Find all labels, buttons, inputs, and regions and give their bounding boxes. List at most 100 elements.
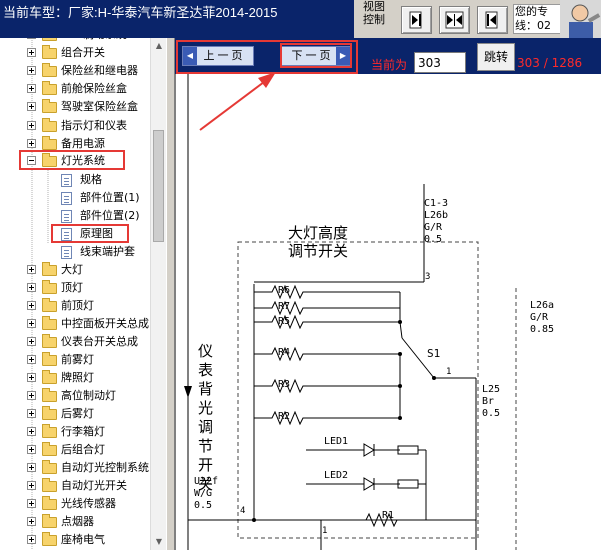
tree-folder-item[interactable]: 座椅电气 xyxy=(0,531,150,549)
folder-icon xyxy=(42,45,57,59)
tree-item-label: 顶灯 xyxy=(61,281,83,294)
tree-item-label: 点烟器 xyxy=(61,515,94,528)
pin-label-1: 1 xyxy=(446,367,452,377)
folder-icon xyxy=(42,334,57,348)
tree-item-label: 光线传感器 xyxy=(61,497,116,510)
expand-icon[interactable] xyxy=(27,121,36,130)
expand-icon[interactable] xyxy=(27,463,36,472)
folder-icon xyxy=(42,136,57,150)
scroll-down-arrow-icon[interactable]: ▼ xyxy=(151,534,167,550)
expand-icon[interactable] xyxy=(27,445,36,454)
tree-folder-item[interactable]: 后雾灯 xyxy=(0,405,150,423)
led2-label: LED2 xyxy=(324,470,349,481)
tree-doc-item[interactable]: 部件位置(2) xyxy=(0,207,150,225)
expand-icon[interactable] xyxy=(27,66,36,75)
tree-folder-item[interactable]: 保险丝和继电器 xyxy=(0,62,150,80)
wire-left-gauge: 0.5 xyxy=(194,500,213,511)
folder-icon xyxy=(42,99,57,113)
tree-folder-item[interactable]: 行李箱灯 xyxy=(0,423,150,441)
led1-label: LED1 xyxy=(324,436,349,447)
tree-folder-item[interactable]: 前雾灯 xyxy=(0,351,150,369)
diagram-title-line2: 调节开关 xyxy=(288,242,349,260)
page-number-input[interactable] xyxy=(414,52,466,73)
pin-label-4: 4 xyxy=(240,506,246,516)
expand-icon[interactable] xyxy=(27,535,36,544)
expand-icon[interactable] xyxy=(27,355,36,364)
wire-left-color: W/G xyxy=(194,488,213,499)
wire-top-color: G/R xyxy=(424,222,443,233)
tree-folder-item[interactable]: 前舱保险丝盒 xyxy=(0,80,150,98)
wire-left-id: U22f xyxy=(194,476,219,487)
wire-right-gauge: 0.85 xyxy=(530,324,555,335)
tree-folder-item[interactable]: 牌照灯 xyxy=(0,369,150,387)
expand-icon[interactable] xyxy=(27,84,36,93)
tree-folder-item[interactable]: 顶灯 xyxy=(0,279,150,297)
folder-icon xyxy=(42,478,57,492)
expand-icon[interactable] xyxy=(27,427,36,436)
tree-folder-item[interactable]: 组合开关 xyxy=(0,44,150,62)
tree-item-label: 中控面板开关总成 xyxy=(61,317,149,330)
expand-icon[interactable] xyxy=(27,102,36,111)
expand-icon[interactable] xyxy=(27,38,36,39)
expand-icon[interactable] xyxy=(27,301,36,310)
tree-folder-item[interactable]: 自动灯光控制系统 xyxy=(0,459,150,477)
tree-item-label: 座椅电气 xyxy=(61,533,105,546)
folder-icon xyxy=(42,63,57,77)
jump-button[interactable]: 跳转 xyxy=(477,43,515,71)
collapse-right-button[interactable] xyxy=(477,6,508,34)
tree-doc-item[interactable]: 线束端护套 xyxy=(0,243,150,261)
tree-doc-item[interactable]: 规格 xyxy=(0,171,150,189)
scroll-up-arrow-icon[interactable]: ▲ xyxy=(151,38,167,54)
tree-scroll-thumb[interactable] xyxy=(153,130,164,242)
folder-icon xyxy=(42,442,57,456)
tree-doc-item[interactable]: 部件位置(1) xyxy=(0,189,150,207)
expand-icon[interactable] xyxy=(27,409,36,418)
wire-mid-color: Br xyxy=(482,396,495,407)
tree-folder-item[interactable]: 指示灯和仪表 xyxy=(0,117,150,135)
next-page-highlight xyxy=(280,43,352,68)
expand-icon[interactable] xyxy=(27,48,36,57)
tree-folder-item[interactable]: 大灯 xyxy=(0,261,150,279)
tree-folder-item[interactable]: 点烟器 xyxy=(0,513,150,531)
tree-folder-item[interactable]: 仪表台开关总成 xyxy=(0,333,150,351)
tree-scrollbar[interactable]: ▲ ▼ xyxy=(150,38,167,550)
document-icon xyxy=(61,246,72,259)
switch-label: S1 xyxy=(427,347,441,360)
wire-top-id: L26b xyxy=(424,210,449,221)
arrow-right-bar-icon xyxy=(409,11,422,29)
tree-folder-item[interactable]: 高位制动灯 xyxy=(0,387,150,405)
tree-folder-item[interactable]: 后组合灯 xyxy=(0,441,150,459)
folder-icon xyxy=(42,81,57,95)
split-view-button[interactable] xyxy=(439,6,470,34)
pin-label-1b: 1 xyxy=(322,526,328,536)
tree-folder-item[interactable]: 驾驶室保险丝盒 xyxy=(0,98,150,116)
tree-folder-item[interactable]: 光线传感器 xyxy=(0,495,150,513)
expand-icon[interactable] xyxy=(27,481,36,490)
tree-item-label: 指示灯和仪表 xyxy=(61,119,127,132)
tree-folder-item[interactable]: 自动灯光开关 xyxy=(0,477,150,495)
folder-icon xyxy=(42,460,57,474)
tree-item-label: 部件位置(2) xyxy=(80,209,140,222)
tree-item-label: 部件位置(1) xyxy=(80,191,140,204)
expand-icon[interactable] xyxy=(27,337,36,346)
expand-icon[interactable] xyxy=(27,139,36,148)
folder-icon xyxy=(42,496,57,510)
collapse-left-button[interactable] xyxy=(401,6,432,34)
view-control-panel: 视图控制 您的专 线：02 xyxy=(354,0,601,38)
tree-folder-item[interactable]: 中控面板开关总成 xyxy=(0,315,150,333)
expand-icon[interactable] xyxy=(27,517,36,526)
diagram-title: 大灯高度 调节开关 xyxy=(288,224,348,260)
expand-icon[interactable] xyxy=(27,499,36,508)
expand-icon[interactable] xyxy=(27,319,36,328)
schematic-item-highlight xyxy=(51,224,129,243)
view-control-label: 视图控制 xyxy=(363,0,385,26)
panel-splitter[interactable] xyxy=(166,38,175,550)
folder-icon xyxy=(42,532,57,546)
expand-icon[interactable] xyxy=(27,391,36,400)
resistor-label-r6: R6 xyxy=(278,285,291,296)
expand-icon[interactable] xyxy=(27,265,36,274)
expand-icon[interactable] xyxy=(27,373,36,382)
folder-icon xyxy=(42,298,57,312)
tree-folder-item[interactable]: 前顶灯 xyxy=(0,297,150,315)
expand-icon[interactable] xyxy=(27,283,36,292)
